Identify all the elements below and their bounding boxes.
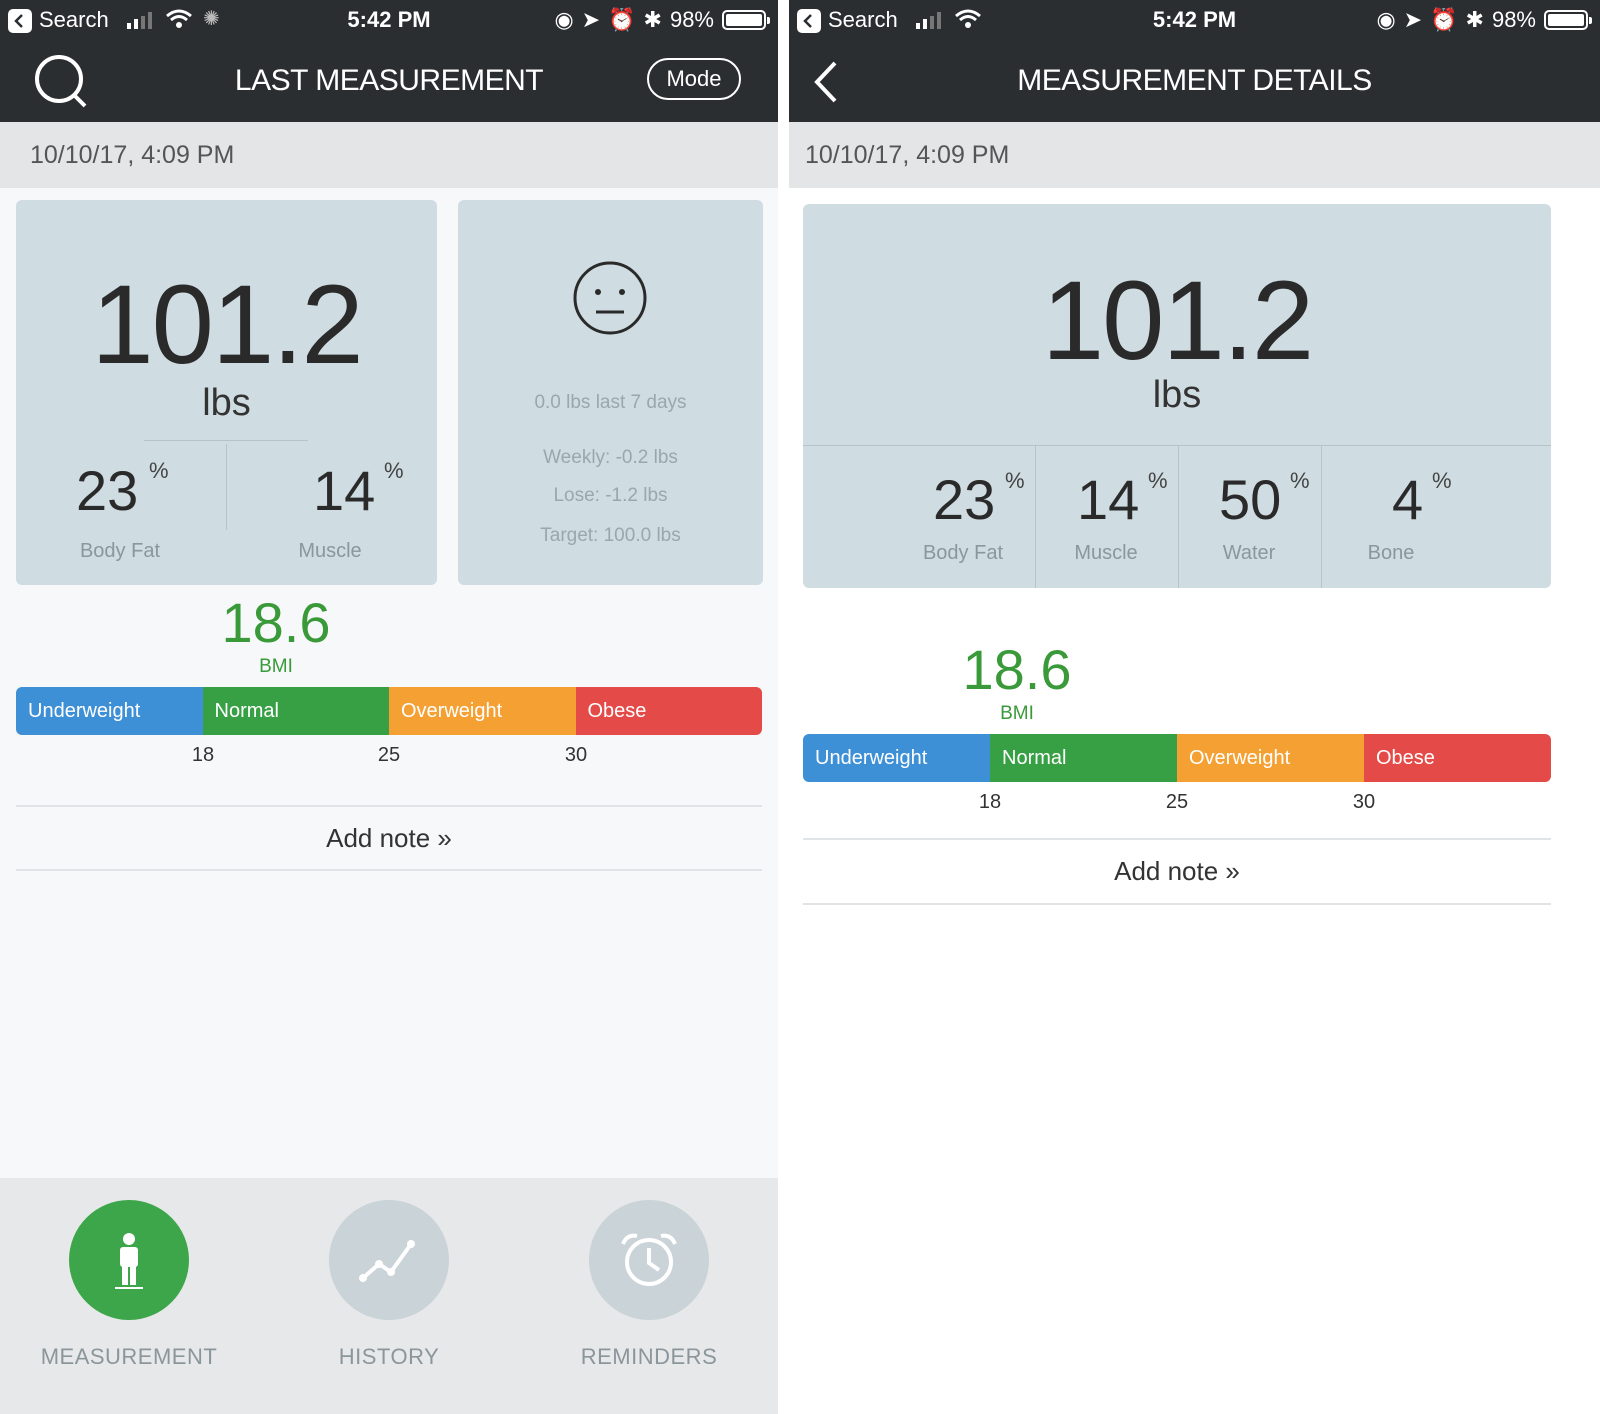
- body-fat-percent: %: [149, 458, 169, 483]
- muscle-value: 14: [1077, 468, 1140, 531]
- muscle-percent: %: [1148, 468, 1168, 493]
- stat-divider: [1178, 446, 1179, 588]
- tab-measurement[interactable]: MEASUREMENT: [29, 1178, 229, 1414]
- tab-history-circle[interactable]: [329, 1200, 449, 1320]
- bmi-segment-obese: Obese: [575, 687, 762, 735]
- body-fat-percent: %: [1005, 468, 1025, 493]
- battery-icon: [1544, 10, 1592, 30]
- weekly-change: 0.0 lbs last 7 days: [534, 392, 687, 413]
- weight-panel[interactable]: 101.2 lbs 23 % Body Fat 14 % Muscle: [16, 200, 437, 585]
- person-icon: [115, 1233, 143, 1289]
- add-note-link[interactable]: Add note »: [16, 823, 762, 854]
- bmi-segment-overweight: Overweight: [389, 687, 576, 735]
- status-right-icons: ◉ ➤ ⏰ ✱ 98%: [1376, 7, 1592, 33]
- details-panel: 101.2 lbs 23 % Body Fat 14 % Muscle 50 %…: [803, 204, 1551, 588]
- weight-value: 101.2: [91, 262, 363, 387]
- measurement-details-screen: Search 5:42 PM ◉ ➤ ⏰ ✱ 98% MEASUREMENT D…: [789, 0, 1600, 1414]
- status-right-icons: ◉ ➤ ⏰ ✱ 98%: [554, 7, 770, 33]
- location-icon: ➤: [1403, 7, 1423, 32]
- top-bar: Search ✺ 5:42 PM ◉ ➤ ⏰ ✱ 98% LAST MEASUR…: [0, 0, 778, 122]
- bmi-tick: 18: [978, 791, 1002, 813]
- body-fat-label: Body Fat: [79, 540, 161, 562]
- top-bar: Search 5:42 PM ◉ ➤ ⏰ ✱ 98% MEASUREMENT D…: [789, 0, 1600, 122]
- body-fat-label: Body Fat: [922, 542, 1004, 564]
- bmi-segment-underweight: Underweight: [16, 687, 203, 735]
- weight-value: 101.2: [1041, 258, 1314, 383]
- bmi-segment-underweight: Underweight: [803, 734, 990, 782]
- body-fat-value: 23: [76, 459, 139, 522]
- weekly-rate: Weekly: -0.2 lbs: [543, 447, 678, 468]
- tab-measurement-circle[interactable]: [69, 1200, 189, 1320]
- alarm-clock-icon: [621, 1233, 677, 1286]
- bmi-segment-overweight: Overweight: [1177, 734, 1364, 782]
- tab-history[interactable]: HISTORY: [289, 1178, 489, 1414]
- bmi-scale-bar: Underweight Normal Overweight Obese: [803, 734, 1551, 782]
- battery-icon: [722, 10, 770, 30]
- status-bar: Search 5:42 PM ◉ ➤ ⏰ ✱ 98%: [789, 0, 1600, 40]
- bmi-segment-normal: Normal: [990, 734, 1177, 782]
- measurement-date: 10/10/17, 4:09 PM: [789, 122, 1600, 188]
- panel-divider: [803, 445, 1551, 446]
- weight-unit: lbs: [1152, 374, 1202, 416]
- bmi-value: 18.6: [962, 638, 1072, 701]
- bmi-tick: 30: [564, 744, 588, 766]
- tab-label: HISTORY: [338, 1344, 440, 1369]
- bmi-segment-obese: Obese: [1364, 734, 1551, 782]
- stat-divider: [1321, 446, 1322, 588]
- tab-reminders[interactable]: REMINDERS: [549, 1178, 749, 1414]
- panel-divider: [144, 440, 308, 441]
- bmi-tick: 25: [377, 744, 401, 766]
- target-weight: Target: 100.0 lbs: [540, 525, 681, 546]
- battery-percent: 98%: [669, 7, 714, 32]
- rotation-lock-icon: ◉: [1376, 7, 1396, 32]
- divider: [803, 838, 1551, 840]
- last-measurement-screen: Search ✺ 5:42 PM ◉ ➤ ⏰ ✱ 98% LAST MEASUR…: [0, 0, 778, 1414]
- location-icon: ➤: [581, 7, 601, 32]
- weight-unit: lbs: [202, 382, 251, 424]
- bluetooth-icon: ✱: [1465, 7, 1484, 32]
- tab-reminders-circle[interactable]: [589, 1200, 709, 1320]
- stat-divider: [1035, 446, 1036, 588]
- muscle-percent: %: [384, 458, 404, 483]
- divider: [16, 805, 762, 807]
- bmi-value: 18.6: [221, 591, 331, 654]
- bluetooth-icon: ✱: [643, 7, 662, 32]
- add-note-link[interactable]: Add note »: [803, 856, 1551, 887]
- body-fat-value: 23: [933, 468, 996, 531]
- bone-value: 4: [1392, 468, 1424, 531]
- trend-line-icon: [359, 1240, 415, 1282]
- tab-label: REMINDERS: [580, 1344, 718, 1369]
- alarm-icon: ⏰: [1430, 7, 1458, 32]
- neutral-face-icon: [573, 261, 647, 335]
- divider: [803, 903, 1551, 905]
- bmi-label: BMI: [259, 656, 293, 677]
- muscle-value: 14: [313, 459, 376, 522]
- tab-bar: MEASUREMENT HISTORY REMINDERS: [0, 1178, 778, 1414]
- bmi-tick: 18: [191, 744, 215, 766]
- bmi-segment-normal: Normal: [202, 687, 389, 735]
- trend-panel[interactable]: 0.0 lbs last 7 days Weekly: -0.2 lbs Los…: [458, 200, 763, 585]
- water-percent: %: [1290, 468, 1310, 493]
- rotation-lock-icon: ◉: [554, 7, 574, 32]
- bone-label: Bone: [1367, 542, 1415, 564]
- alarm-icon: ⏰: [608, 7, 636, 32]
- divider: [16, 869, 762, 871]
- battery-percent: 98%: [1491, 7, 1536, 32]
- muscle-label: Muscle: [298, 540, 362, 562]
- page-title: MEASUREMENT DETAILS: [1017, 64, 1372, 97]
- tab-label: MEASUREMENT: [40, 1344, 218, 1369]
- water-label: Water: [1222, 542, 1276, 564]
- bone-percent: %: [1432, 468, 1452, 493]
- bmi-tick: 30: [1352, 791, 1376, 813]
- measurement-date: 10/10/17, 4:09 PM: [0, 122, 778, 188]
- bmi-tick: 25: [1165, 791, 1189, 813]
- bmi-scale-bar: Underweight Normal Overweight Obese: [16, 687, 762, 735]
- lose-amount: Lose: -1.2 lbs: [553, 485, 668, 506]
- mode-button[interactable]: Mode: [647, 58, 741, 100]
- stat-divider: [226, 444, 227, 530]
- bmi-label: BMI: [1000, 703, 1034, 724]
- status-bar: Search ✺ 5:42 PM ◉ ➤ ⏰ ✱ 98%: [0, 0, 778, 40]
- muscle-label: Muscle: [1074, 542, 1138, 564]
- water-value: 50: [1219, 468, 1282, 531]
